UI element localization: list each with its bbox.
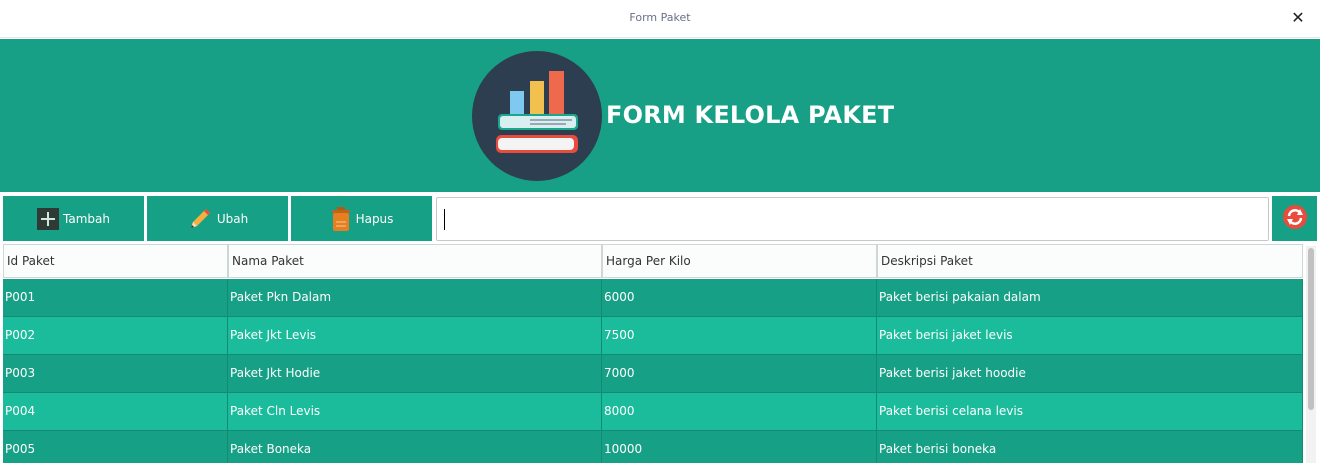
scrollbar-thumb[interactable] <box>1308 248 1314 410</box>
hapus-label: Hapus <box>355 211 394 226</box>
cell-harga: 8000 <box>602 393 877 430</box>
table-row[interactable]: P003 Paket Jkt Hodie 7000 Paket berisi j… <box>3 355 1303 393</box>
trash-icon <box>330 206 352 232</box>
plus-icon <box>37 207 60 230</box>
column-header-nama[interactable]: Nama Paket <box>228 244 602 278</box>
window-title: Form Paket <box>629 11 691 24</box>
cell-harga: 10000 <box>602 431 877 463</box>
table-header: Id Paket Nama Paket Harga Per Kilo Deskr… <box>3 244 1303 278</box>
tambah-button[interactable]: Tambah <box>3 196 144 241</box>
toolbar: Tambah Ubah Hapus <box>0 192 1320 244</box>
page-title: FORM KELOLA PAKET <box>606 101 895 129</box>
ubah-label: Ubah <box>216 211 249 226</box>
cell-harga: 7500 <box>602 317 877 354</box>
column-header-id[interactable]: Id Paket <box>3 244 228 278</box>
column-header-harga[interactable]: Harga Per Kilo <box>602 244 877 278</box>
cell-nama: Paket Cln Levis <box>228 393 602 430</box>
table-scrollbar[interactable] <box>1306 246 1316 463</box>
table-row[interactable]: P004 Paket Cln Levis 8000 Paket berisi c… <box>3 393 1303 431</box>
table-row[interactable]: P001 Paket Pkn Dalam 6000 Paket berisi p… <box>3 279 1303 317</box>
cell-nama: Paket Jkt Hodie <box>228 355 602 392</box>
text-caret <box>444 209 445 230</box>
cell-deskripsi: Paket berisi celana levis <box>877 393 1303 430</box>
cell-id: P005 <box>3 431 228 463</box>
refresh-button[interactable] <box>1272 196 1317 241</box>
paket-table: Id Paket Nama Paket Harga Per Kilo Deskr… <box>3 244 1303 463</box>
refresh-icon <box>1282 204 1308 234</box>
ubah-button[interactable]: Ubah <box>147 196 288 241</box>
cell-id: P003 <box>3 355 228 392</box>
pencil-icon <box>187 206 213 232</box>
cell-deskripsi: Paket berisi jaket levis <box>877 317 1303 354</box>
search-field[interactable] <box>436 197 1269 241</box>
cell-id: P001 <box>3 279 228 316</box>
search-input[interactable] <box>437 198 1268 240</box>
header-banner: FORM KELOLA PAKET <box>0 39 1320 192</box>
cell-nama: Paket Boneka <box>228 431 602 463</box>
cell-harga: 6000 <box>602 279 877 316</box>
table-row[interactable]: P005 Paket Boneka 10000 Paket berisi bon… <box>3 431 1303 463</box>
table-row[interactable]: P002 Paket Jkt Levis 7500 Paket berisi j… <box>3 317 1303 355</box>
hapus-button[interactable]: Hapus <box>291 196 432 241</box>
cell-id: P004 <box>3 393 228 430</box>
cell-deskripsi: Paket berisi jaket hoodie <box>877 355 1303 392</box>
cell-deskripsi: Paket berisi pakaian dalam <box>877 279 1303 316</box>
cell-deskripsi: Paket berisi boneka <box>877 431 1303 463</box>
cell-id: P002 <box>3 317 228 354</box>
books-chart-icon <box>472 51 602 181</box>
tambah-label: Tambah <box>63 211 110 226</box>
cell-nama: Paket Jkt Levis <box>228 317 602 354</box>
close-icon[interactable]: ✕ <box>1290 10 1306 26</box>
cell-harga: 7000 <box>602 355 877 392</box>
cell-nama: Paket Pkn Dalam <box>228 279 602 316</box>
window-titlebar: Form Paket ✕ <box>0 0 1320 38</box>
column-header-deskripsi[interactable]: Deskripsi Paket <box>877 244 1303 278</box>
